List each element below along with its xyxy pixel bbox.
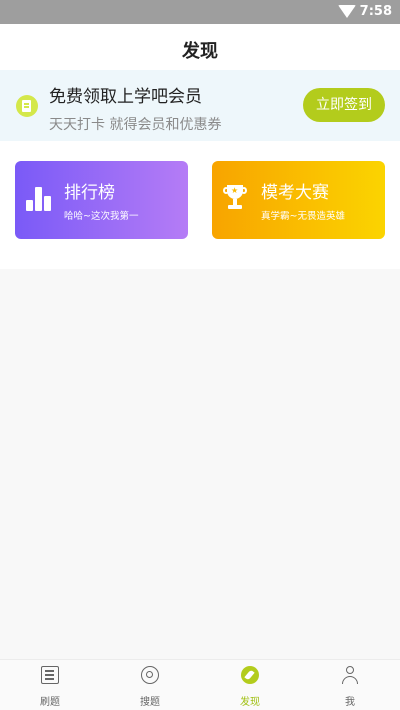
feature-cards: 排行榜 哈哈~这次我第一 ★ 模考大赛 真学霸~无畏造英雄 — [0, 141, 400, 269]
tab-practice[interactable]: 刷题 — [0, 660, 100, 710]
bar-chart-icon — [26, 185, 52, 211]
tab-me-label: 我 — [345, 697, 355, 708]
bottom-tab-bar: 刷题 搜题 发现 我 — [0, 659, 400, 710]
tab-me[interactable]: 我 — [300, 660, 400, 710]
mock-exam-label: 模考大赛 — [261, 183, 329, 203]
tab-discover-label: 发现 — [240, 697, 260, 708]
tab-search[interactable]: 搜题 — [100, 660, 200, 710]
leaderboard-label: 排行榜 — [64, 183, 115, 203]
status-time: 7:58 — [359, 4, 392, 19]
status-bar: 7:58 — [0, 0, 400, 24]
tab-search-label: 搜题 — [140, 697, 160, 708]
wifi-icon — [338, 5, 356, 18]
tab-practice-label: 刷题 — [40, 697, 60, 708]
page-title: 发现 — [182, 41, 218, 62]
search-icon — [141, 666, 159, 684]
mock-exam-desc: 真学霸~无畏造英雄 — [261, 211, 345, 222]
banner-sub-text: 天天打卡 就得会员和优惠券 — [49, 117, 222, 133]
note-icon — [16, 95, 38, 117]
page-header: 发现 — [0, 24, 400, 70]
leaderboard-card[interactable]: 排行榜 哈哈~这次我第一 — [15, 161, 188, 239]
banner-main-text: 免费领取上学吧会员 — [49, 87, 202, 107]
vip-banner[interactable]: 免费领取上学吧会员 天天打卡 就得会员和优惠券 立即签到 — [0, 70, 400, 141]
list-icon — [41, 666, 59, 684]
sign-in-button[interactable]: 立即签到 — [303, 88, 385, 122]
tab-discover[interactable]: 发现 — [200, 660, 300, 710]
mock-exam-card[interactable]: ★ 模考大赛 真学霸~无畏造英雄 — [212, 161, 385, 239]
leaderboard-desc: 哈哈~这次我第一 — [64, 211, 139, 222]
trophy-icon: ★ — [223, 185, 247, 211]
content-area — [0, 269, 400, 659]
user-icon — [341, 666, 359, 684]
compass-icon — [241, 666, 259, 684]
